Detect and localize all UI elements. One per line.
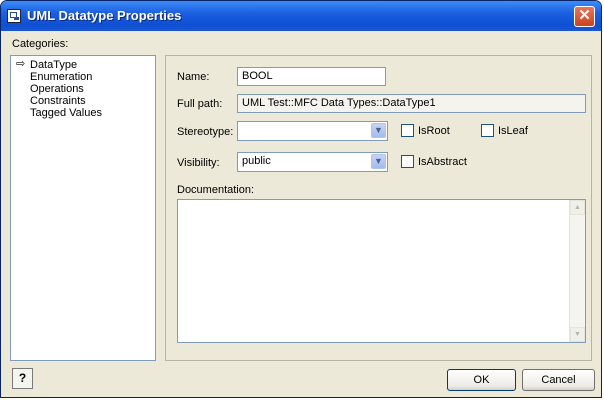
category-item-constraints[interactable]: Constraints	[30, 95, 86, 107]
window-title: UML Datatype Properties	[27, 8, 182, 23]
scroll-up-arrow-icon[interactable]: ▲	[570, 200, 585, 215]
cancel-button[interactable]: Cancel	[522, 369, 595, 391]
dialog-window: UML Datatype Properties ✕ Categories: ⇨ …	[0, 0, 602, 398]
category-item-enumeration[interactable]: Enumeration	[30, 71, 92, 83]
categories-list[interactable]: ⇨ DataType Enumeration Operations Constr…	[10, 55, 156, 361]
visibility-dropdown-icon[interactable]: ▼	[371, 154, 386, 169]
name-field[interactable]: BOOL	[237, 67, 386, 86]
fullpath-label: Full path:	[177, 98, 223, 110]
visibility-combobox[interactable]: public ▼	[237, 152, 388, 172]
category-item-datatype[interactable]: DataType	[30, 59, 77, 71]
categories-label: Categories:	[12, 38, 69, 50]
scroll-down-arrow-icon[interactable]: ▼	[570, 327, 585, 342]
close-button[interactable]: ✕	[574, 6, 595, 27]
visibility-value: public	[242, 155, 271, 167]
visibility-label: Visibility:	[177, 157, 220, 169]
category-item-operations[interactable]: Operations	[30, 83, 84, 95]
isabstract-checkbox[interactable]	[401, 155, 414, 168]
ok-button[interactable]: OK	[447, 369, 516, 391]
documentation-scrollbar[interactable]: ▲ ▼	[569, 200, 585, 342]
fullpath-field[interactable]: UML Test::MFC Data Types::DataType1	[237, 94, 586, 113]
stereotype-label: Stereotype:	[177, 126, 234, 138]
isleaf-label: IsLeaf	[498, 125, 528, 137]
isleaf-checkbox[interactable]	[481, 124, 494, 137]
stereotype-dropdown-icon[interactable]: ▼	[371, 123, 386, 138]
documentation-label: Documentation:	[177, 184, 255, 196]
isroot-checkbox[interactable]	[401, 124, 414, 137]
uml-app-icon	[7, 9, 21, 23]
name-label: Name:	[177, 71, 210, 83]
isabstract-label: IsAbstract	[418, 156, 467, 168]
category-item-tagged-values[interactable]: Tagged Values	[30, 107, 102, 119]
selected-arrow-icon: ⇨	[16, 58, 26, 70]
help-button[interactable]: ?	[12, 368, 33, 389]
stereotype-combobox[interactable]: ▼	[237, 121, 388, 141]
documentation-textarea[interactable]: ▲ ▼	[177, 199, 586, 343]
title-bar[interactable]: UML Datatype Properties ✕	[1, 1, 601, 31]
isroot-label: IsRoot	[418, 125, 450, 137]
